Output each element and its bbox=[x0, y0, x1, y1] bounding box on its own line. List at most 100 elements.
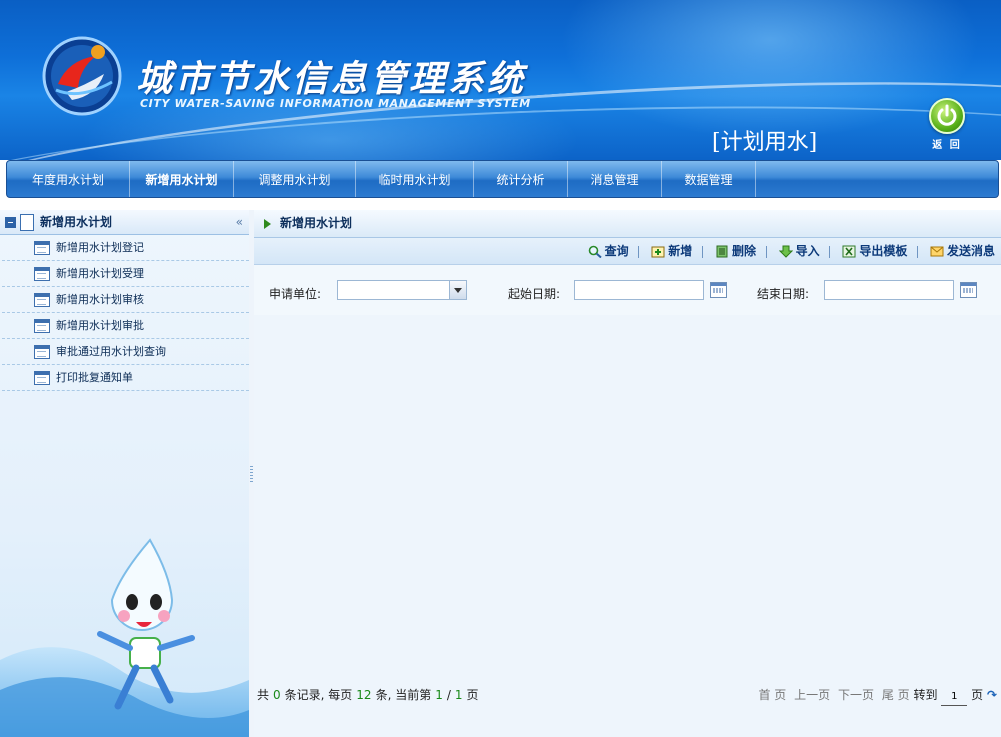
sidebar-title: 新增用水计划 bbox=[40, 215, 113, 229]
main-panel: 新增用水计划 查询 新增 删除 导入 导出模板 发送消息 申请单位: 起始日期: bbox=[254, 210, 1001, 737]
export-template-label: 导出模板 bbox=[859, 244, 908, 258]
excel-icon bbox=[842, 245, 856, 258]
results-grid bbox=[254, 315, 1001, 675]
book-icon bbox=[20, 214, 34, 231]
sidebar-item-label: 新增用水计划受理 bbox=[56, 267, 144, 280]
delete-label: 删除 bbox=[731, 244, 756, 258]
delete-button[interactable]: 删除 bbox=[715, 238, 756, 264]
goto-suffix: 页 bbox=[971, 688, 984, 702]
add-label: 新增 bbox=[668, 244, 693, 258]
page-title: 新增用水计划 bbox=[280, 216, 353, 230]
sidebar-item-approved-query[interactable]: 审批通过用水计划查询 bbox=[2, 339, 249, 365]
sidebar-item-label: 新增用水计划登记 bbox=[56, 241, 144, 254]
unit-label: 申请单位: bbox=[269, 287, 322, 301]
start-date-label: 起始日期: bbox=[508, 287, 561, 301]
sidebar-item-review[interactable]: 新增用水计划审核 bbox=[2, 287, 249, 313]
end-date-label: 结束日期: bbox=[757, 287, 810, 301]
unit-select[interactable] bbox=[337, 280, 467, 300]
toolbar-divider bbox=[765, 245, 767, 258]
first-page-link[interactable]: 首 页 bbox=[758, 688, 786, 702]
sidebar-item-print-notice[interactable]: 打印批复通知单 bbox=[2, 365, 249, 391]
filter-bar: 申请单位: 起始日期: 结束日期: bbox=[254, 265, 1001, 316]
calendar-icon bbox=[34, 267, 50, 281]
query-label: 查询 bbox=[604, 244, 629, 258]
sidebar-item-register[interactable]: 新增用水计划登记 bbox=[2, 235, 249, 261]
per-page-count: 12 bbox=[356, 688, 372, 702]
start-date-input[interactable] bbox=[574, 280, 704, 300]
send-message-label: 发送消息 bbox=[946, 244, 995, 258]
tab-temp-plan[interactable]: 临时用水计划 bbox=[356, 161, 474, 197]
pager-text: 共 bbox=[257, 688, 270, 702]
power-icon bbox=[929, 98, 965, 134]
pagination-bar: 共 0 条记录, 每页 12 条, 当前第 1/1 页 首 页 上一页 下一页 尾 页 转到… bbox=[254, 680, 1001, 710]
total-pages: 1 bbox=[454, 688, 463, 702]
last-page-link[interactable]: 尾 页 bbox=[882, 688, 910, 702]
tab-statistics[interactable]: 统计分析 bbox=[474, 161, 568, 197]
tab-new-plan[interactable]: 新增用水计划 bbox=[130, 161, 234, 197]
system-logo-icon bbox=[42, 36, 122, 116]
toolbar-divider bbox=[829, 245, 831, 258]
system-title: 城市节水信息管理系统 bbox=[136, 58, 527, 100]
pager-text: 条记录, 每页 bbox=[284, 688, 353, 702]
add-button[interactable]: 新增 bbox=[651, 238, 692, 264]
sidebar-item-label: 新增用水计划审核 bbox=[56, 293, 144, 306]
calendar-icon bbox=[34, 241, 50, 255]
sidebar-collapse-button[interactable]: « bbox=[236, 210, 243, 234]
add-icon bbox=[651, 246, 665, 258]
toolbar: 查询 新增 删除 导入 导出模板 发送消息 bbox=[254, 238, 1001, 265]
tab-adjust-plan[interactable]: 调整用水计划 bbox=[234, 161, 356, 197]
calendar-picker-icon[interactable] bbox=[960, 282, 977, 298]
goto-page-input[interactable] bbox=[941, 688, 968, 706]
pagination-controls: 首 页 上一页 下一页 尾 页 转到 页 ↷ bbox=[754, 680, 999, 710]
triangle-right-icon bbox=[264, 219, 271, 229]
calendar-icon bbox=[34, 345, 50, 359]
header-banner: 城市节水信息管理系统 CITY WATER-SAVING INFORMATION… bbox=[0, 0, 1001, 160]
sidebar: 新增用水计划 « 新增用水计划登记 新增用水计划受理 新增用水计划审核 新增用水… bbox=[0, 210, 250, 737]
chevron-down-icon bbox=[449, 281, 466, 299]
sidebar-header: 新增用水计划 « bbox=[0, 210, 249, 235]
delete-icon bbox=[716, 245, 728, 258]
import-arrow-icon bbox=[778, 245, 793, 258]
import-button[interactable]: 导入 bbox=[778, 238, 820, 264]
module-title: [计划用水] bbox=[712, 130, 818, 155]
send-message-button[interactable]: 发送消息 bbox=[930, 238, 995, 264]
collapse-tree-icon[interactable] bbox=[5, 217, 16, 228]
sidebar-item-label: 审批通过用水计划查询 bbox=[56, 345, 166, 358]
pagination-summary: 共 0 条记录, 每页 12 条, 当前第 1/1 页 bbox=[257, 680, 479, 710]
total-records: 0 bbox=[273, 688, 281, 702]
tab-annual-plan[interactable]: 年度用水计划 bbox=[7, 161, 130, 197]
import-label: 导入 bbox=[795, 244, 820, 258]
pager-text: 页 bbox=[466, 688, 479, 702]
go-arrow-icon[interactable]: ↷ bbox=[987, 680, 999, 702]
tab-messages[interactable]: 消息管理 bbox=[568, 161, 662, 197]
current-page: 1 bbox=[435, 688, 443, 702]
end-date-input[interactable] bbox=[824, 280, 954, 300]
water-drop-mascot-icon bbox=[0, 538, 249, 737]
toolbar-divider bbox=[702, 245, 704, 258]
toolbar-divider bbox=[638, 245, 640, 258]
sidebar-item-approve[interactable]: 新增用水计划审批 bbox=[2, 313, 249, 339]
main-nav: 年度用水计划 新增用水计划 调整用水计划 临时用水计划 统计分析 消息管理 数据… bbox=[6, 160, 999, 198]
main-header: 新增用水计划 bbox=[254, 210, 1001, 238]
toolbar-divider bbox=[917, 245, 919, 258]
goto-label: 转到 bbox=[913, 688, 938, 702]
back-label: 返 回 bbox=[932, 140, 962, 151]
envelope-icon bbox=[930, 246, 944, 257]
calendar-icon bbox=[34, 319, 50, 333]
back-button[interactable]: 返 回 bbox=[926, 98, 968, 154]
search-icon bbox=[588, 245, 602, 258]
sidebar-item-label: 打印批复通知单 bbox=[56, 371, 133, 384]
tab-data[interactable]: 数据管理 bbox=[662, 161, 756, 197]
splitter-grip-icon bbox=[250, 466, 253, 482]
calendar-picker-icon[interactable] bbox=[710, 282, 727, 298]
query-button[interactable]: 查询 bbox=[588, 238, 629, 264]
calendar-icon bbox=[34, 293, 50, 307]
prev-page-link[interactable]: 上一页 bbox=[794, 688, 830, 702]
export-template-button[interactable]: 导出模板 bbox=[842, 238, 907, 264]
calendar-icon bbox=[34, 371, 50, 385]
pager-text: 条, 当前第 bbox=[375, 688, 432, 702]
sidebar-item-accept[interactable]: 新增用水计划受理 bbox=[2, 261, 249, 287]
sidebar-item-label: 新增用水计划审批 bbox=[56, 319, 144, 332]
next-page-link[interactable]: 下一页 bbox=[838, 688, 874, 702]
system-subtitle: CITY WATER-SAVING INFORMATION MANAGEMENT… bbox=[140, 97, 531, 110]
